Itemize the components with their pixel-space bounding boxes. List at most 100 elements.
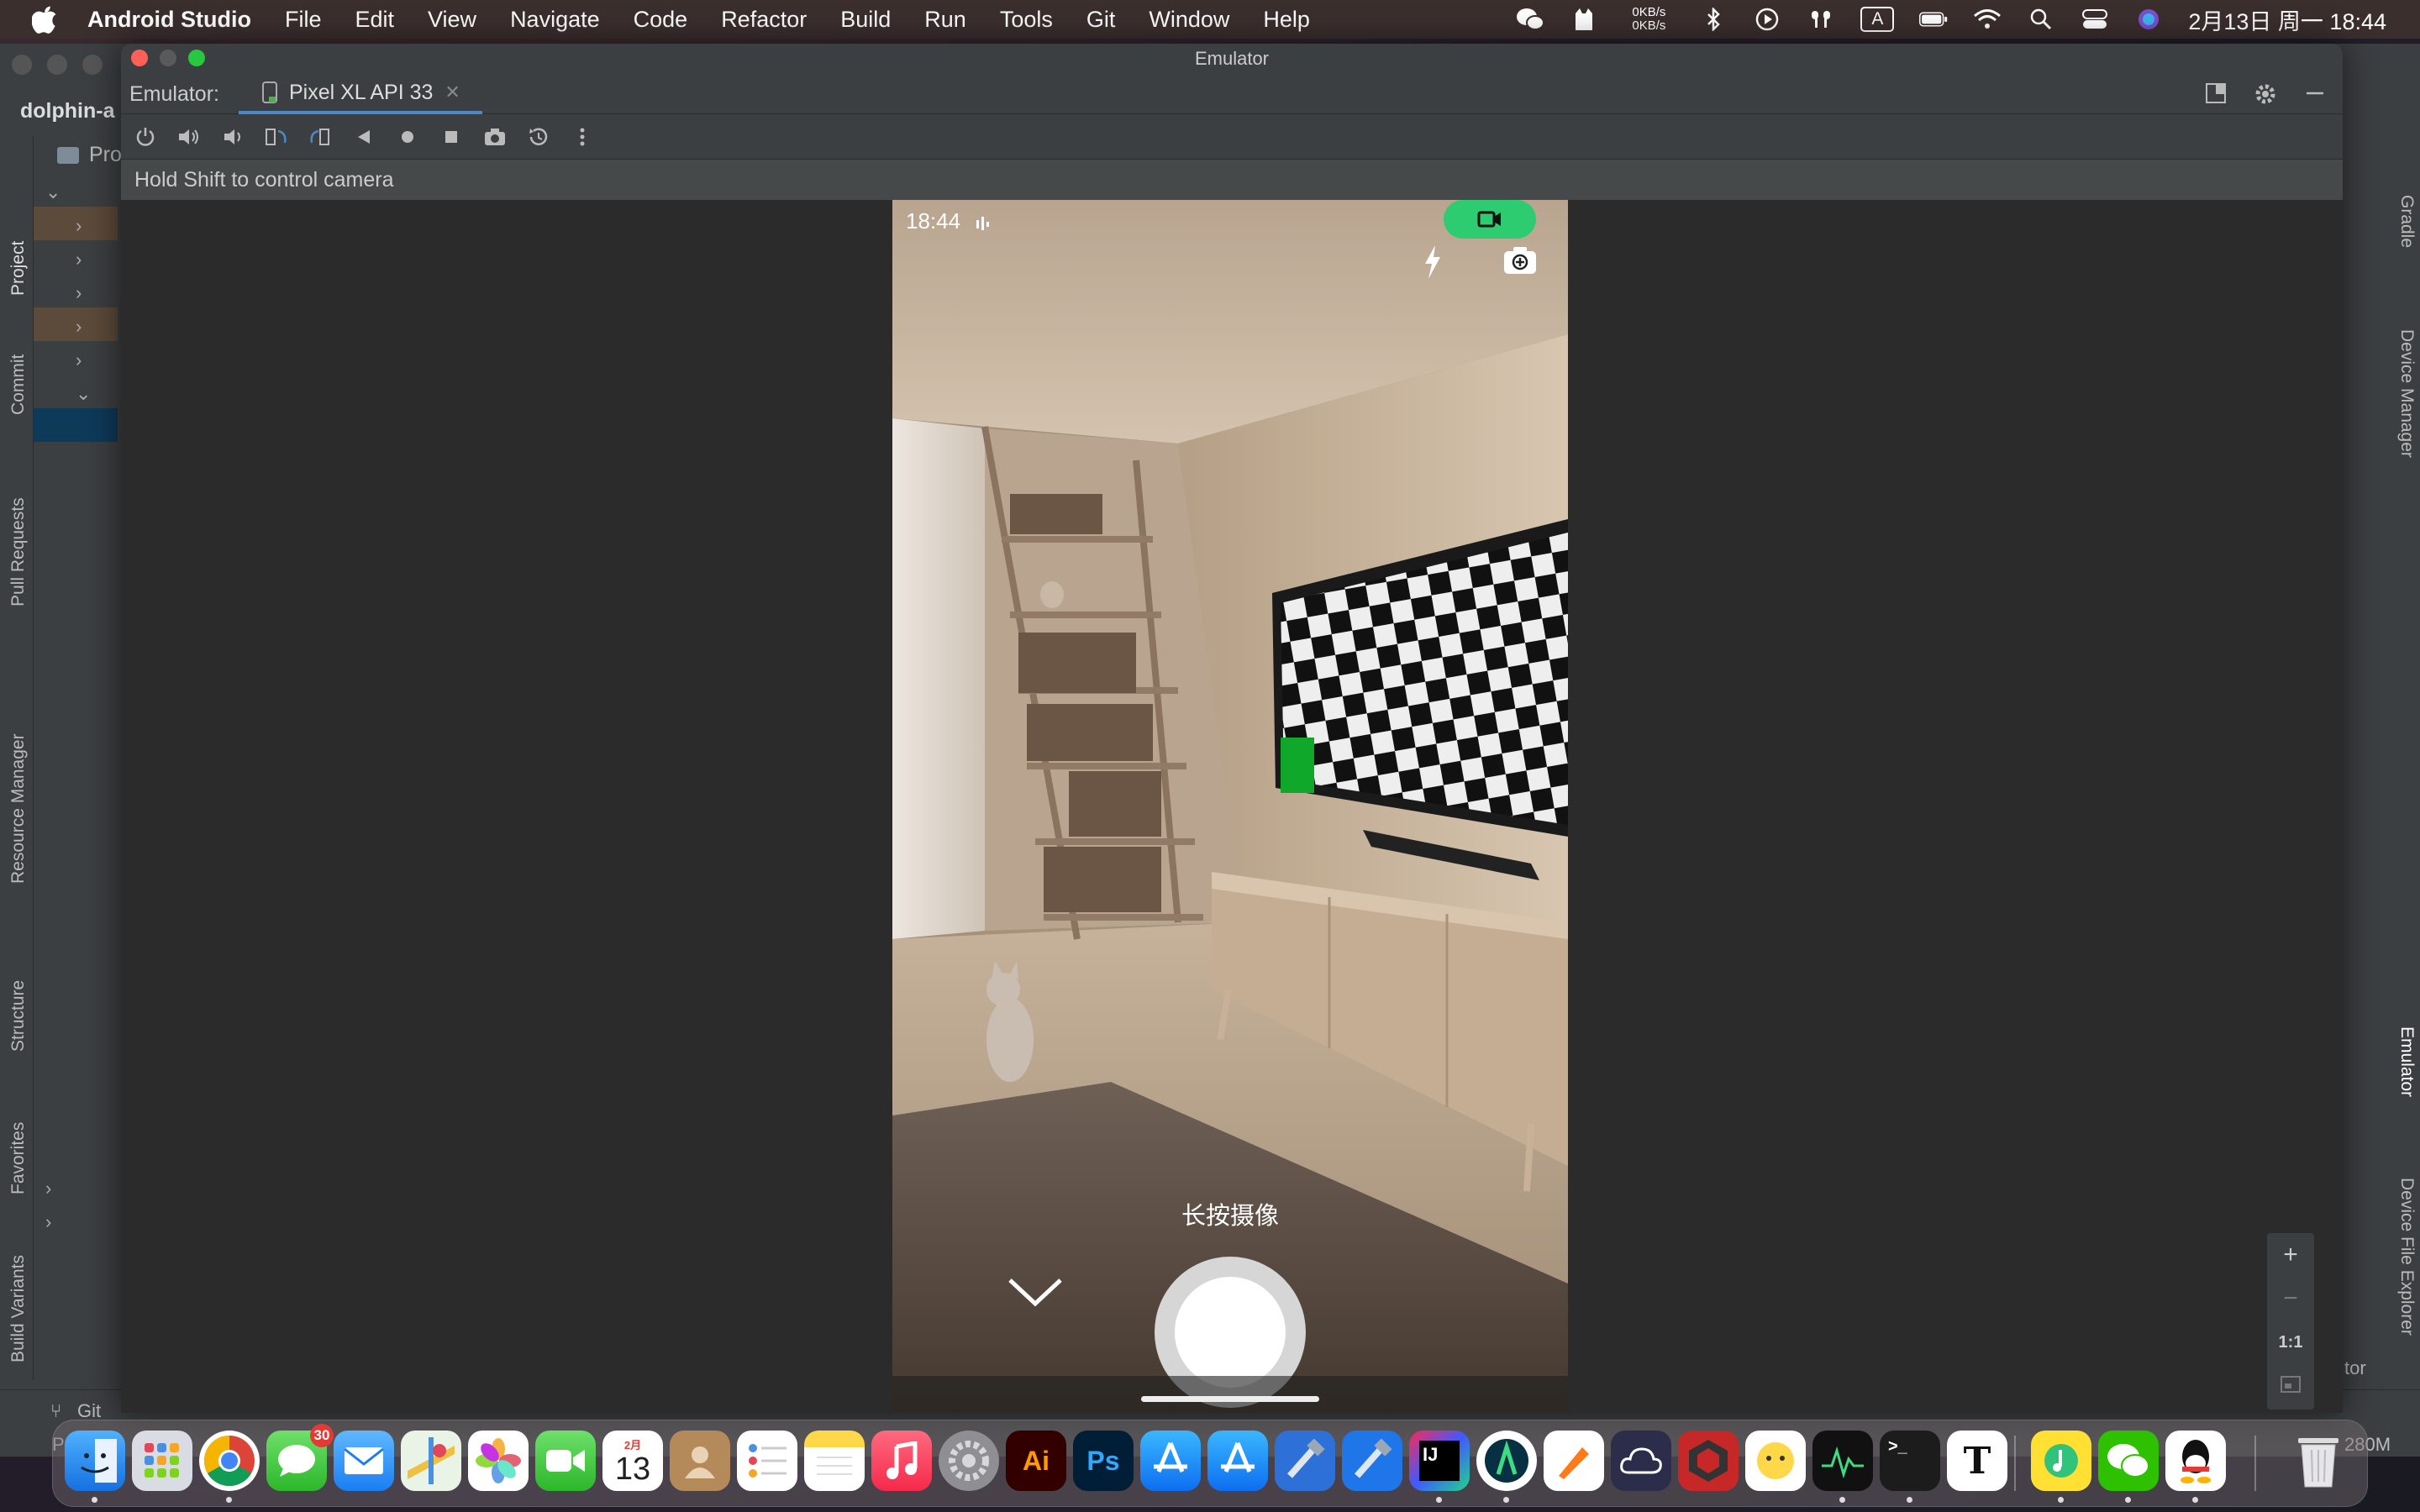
tool-tab-favorites[interactable]: Favorites (2, 1077, 32, 1203)
menu-refactor[interactable]: Refactor (721, 7, 807, 33)
git-branch-icon[interactable]: ⑂ (50, 1400, 61, 1422)
rotate-right-icon[interactable] (306, 123, 334, 151)
photoshop-icon[interactable]: Ps (1073, 1431, 1134, 1491)
menu-build[interactable]: Build (840, 7, 891, 33)
menu-window[interactable]: Window (1149, 7, 1229, 33)
illustrator-icon[interactable]: Ai (1006, 1431, 1066, 1491)
zoom-in-button[interactable]: + (2267, 1233, 2314, 1277)
back-icon[interactable] (350, 123, 378, 151)
menu-tools[interactable]: Tools (1000, 7, 1053, 33)
screenshot-camera-icon[interactable] (481, 123, 509, 151)
input-method-icon[interactable]: A (1860, 7, 1895, 32)
tool-tab-structure[interactable]: Structure (2, 934, 32, 1060)
menu-help[interactable]: Help (1263, 7, 1310, 33)
tree-row[interactable]: › (34, 207, 118, 240)
project-panel-title[interactable]: Pro (89, 143, 122, 167)
messages-icon[interactable]: 30 (266, 1424, 334, 1491)
xcode-beta-icon[interactable] (1342, 1431, 1402, 1491)
zoom-out-button[interactable]: − (2267, 1277, 2314, 1320)
spotlight-search-icon[interactable] (2027, 7, 2055, 32)
cloud-app-icon[interactable] (1611, 1431, 1671, 1491)
menu-view[interactable]: View (428, 7, 476, 33)
chevron-right-icon[interactable]: › (45, 1178, 51, 1200)
wechat-tray-icon[interactable] (1516, 7, 1545, 32)
intellij-icon[interactable]: IJ (1409, 1431, 1470, 1503)
apple-icon[interactable] (32, 4, 59, 34)
terminal-icon[interactable]: >_ (1880, 1431, 1940, 1503)
airpods-icon[interactable] (1807, 7, 1835, 32)
video-mode-button[interactable] (1444, 200, 1536, 239)
chevron-right-icon[interactable]: › (76, 215, 82, 237)
switch-camera-icon[interactable] (1502, 245, 1538, 276)
xcode-icon[interactable] (1275, 1431, 1335, 1491)
mail-icon[interactable] (334, 1431, 394, 1491)
chevron-down-icon[interactable] (1007, 1275, 1064, 1309)
chrome-icon[interactable] (199, 1431, 260, 1503)
snapshot-history-icon[interactable] (524, 123, 553, 151)
activity-monitor-icon[interactable] (1812, 1431, 1873, 1503)
menu-git[interactable]: Git (1086, 7, 1116, 33)
pen-tool-icon[interactable] (1544, 1431, 1604, 1491)
cute-app-icon[interactable] (1745, 1431, 1806, 1491)
project-name[interactable]: dolphin-a (20, 99, 114, 123)
tool-tab-build-variants[interactable]: Build Variants (2, 1228, 32, 1371)
calendar-icon[interactable]: 2月 13 (602, 1431, 663, 1491)
home-icon[interactable] (393, 123, 422, 151)
control-center-icon[interactable] (2081, 7, 2109, 32)
chevron-right-icon[interactable]: › (76, 249, 82, 270)
menu-file[interactable]: File (285, 7, 322, 33)
ide-close-button[interactable] (12, 55, 32, 75)
system-preferences-icon[interactable] (939, 1431, 999, 1491)
device-screen[interactable]: 18:44 长按摄像 (892, 200, 1568, 1413)
device-tab[interactable]: Pixel XL API 33 ✕ (239, 74, 482, 114)
ide-minimize-button[interactable] (47, 55, 67, 75)
siri-icon[interactable] (2134, 7, 2163, 32)
tree-row[interactable]: › (34, 1203, 118, 1236)
menu-run[interactable]: Run (924, 7, 966, 33)
menu-navigate[interactable]: Navigate (510, 7, 600, 33)
tool-tab-commit[interactable]: Commit (2, 321, 32, 422)
ide-zoom-button[interactable] (82, 55, 103, 75)
app-name-menu[interactable]: Android Studio (87, 7, 251, 33)
gear-icon[interactable] (2254, 82, 2277, 106)
tree-row[interactable]: › (34, 341, 118, 375)
tool-tab-pull-requests[interactable]: Pull Requests (2, 447, 32, 615)
volume-down-icon[interactable] (218, 123, 247, 151)
finder-icon[interactable] (65, 1431, 125, 1503)
tree-row[interactable]: › (34, 1169, 118, 1203)
music-icon[interactable] (871, 1431, 932, 1491)
android-studio-icon[interactable] (1476, 1431, 1537, 1503)
cat-tray-icon[interactable] (1570, 7, 1598, 32)
home-gesture-handle[interactable] (1141, 1396, 1319, 1402)
tree-row[interactable]: › (34, 240, 118, 274)
play-circle-icon[interactable] (1753, 7, 1781, 32)
chevron-down-icon[interactable]: ⌄ (45, 181, 60, 203)
layout-icon[interactable] (2205, 82, 2227, 104)
menu-code[interactable]: Code (634, 7, 688, 33)
tree-row[interactable]: ⌄ (34, 375, 118, 408)
qq-music-icon[interactable] (2031, 1431, 2091, 1503)
overview-icon[interactable] (437, 123, 466, 151)
contacts-icon[interactable] (670, 1431, 730, 1491)
chevron-right-icon[interactable]: › (76, 316, 82, 338)
chevron-right-icon[interactable]: › (45, 1211, 51, 1233)
volume-up-icon[interactable] (175, 123, 203, 151)
launchpad-icon[interactable] (132, 1431, 192, 1491)
rotate-left-icon[interactable] (262, 123, 291, 151)
chevron-right-icon[interactable]: › (76, 349, 82, 371)
tree-row[interactable]: ⌄ (34, 173, 118, 207)
fit-screen-button[interactable] (2267, 1364, 2314, 1408)
trash-icon[interactable] (2288, 1431, 2349, 1491)
close-button[interactable] (131, 50, 148, 66)
maps-icon[interactable] (401, 1431, 461, 1491)
red-hexagon-app-icon[interactable] (1678, 1431, 1739, 1491)
close-icon[interactable]: ✕ (445, 81, 460, 103)
bluetooth-icon[interactable] (1699, 7, 1728, 32)
qq-icon[interactable] (2165, 1431, 2226, 1503)
power-icon[interactable] (131, 123, 160, 151)
menu-edit[interactable]: Edit (355, 7, 394, 33)
minimize-button[interactable] (160, 50, 176, 66)
typora-icon[interactable]: T (1947, 1431, 2007, 1491)
more-vertical-icon[interactable] (568, 123, 597, 151)
chevron-right-icon[interactable]: › (76, 282, 82, 304)
